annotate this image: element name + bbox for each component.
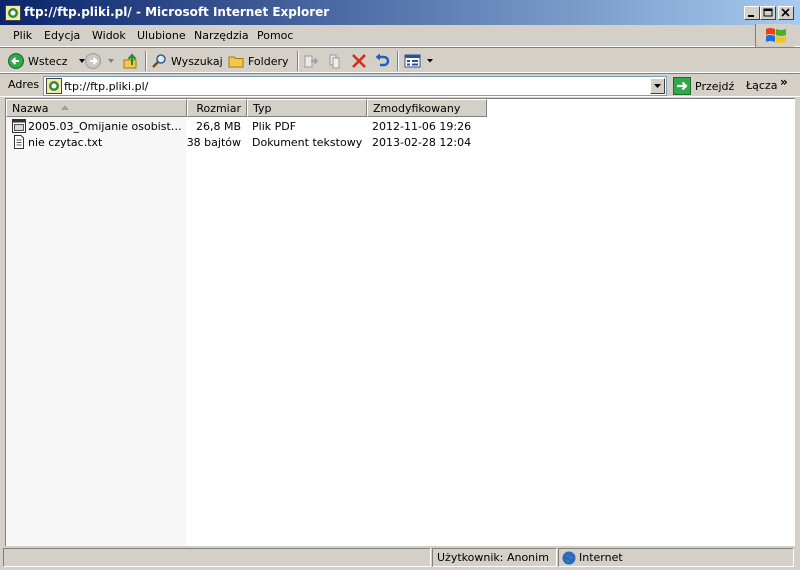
undo-button[interactable] [374,52,390,70]
file-name: 2005.03_Omijanie osobistych ... [28,120,186,133]
close-button[interactable] [778,6,794,20]
menu-widok[interactable]: Widok [92,29,126,42]
up-folder-icon [123,53,137,69]
column-modified-label: Zmodyfikowany [373,102,461,115]
views-button[interactable] [404,52,434,70]
column-size-label: Rozmiar [196,102,241,115]
sort-ascending-icon [60,105,69,110]
folders-icon [228,56,244,68]
search-icon [152,54,166,68]
file-size: 26,8 MB [195,120,241,133]
status-user: Użytkownik: Anonim [437,551,549,564]
menu-pomoc[interactable]: Pomoc [257,29,293,42]
file-modified: 2012-11-06 19:26 [372,120,472,133]
windows-logo [755,24,794,48]
menu-ulubione[interactable]: Ulubione [137,29,186,42]
menu-edycja[interactable]: Edycja [44,29,80,42]
folders-button[interactable]: Foldery [228,52,289,70]
file-type: Dokument tekstowy [252,136,363,149]
menu-narzedzia[interactable]: Narzędzia [194,29,249,42]
address-dropdown-button[interactable] [650,78,665,94]
pdf-file-icon [12,119,26,133]
menu-plik[interactable]: Plik [13,29,32,42]
copy-to-button[interactable] [327,52,343,70]
move-to-button[interactable] [303,52,319,70]
go-label: Przejdź [695,79,735,93]
back-arrow-icon [8,53,24,69]
status-zone: Internet [579,551,623,564]
undo-icon [375,53,390,67]
views-dropdown-icon[interactable] [426,57,434,65]
up-folder-button[interactable] [122,52,140,70]
column-type-label: Typ [253,102,272,115]
file-modified: 2013-02-28 12:04 [372,136,472,149]
back-label: Wstecz [28,54,68,68]
links-chevron-icon[interactable]: » [780,75,788,89]
search-button[interactable]: Wyszukaj [151,52,223,70]
address-label: Adres [8,78,40,91]
delete-button[interactable] [351,52,367,70]
sorted-column-highlight [6,117,186,546]
window-title: ftp://ftp.pliki.pl/ - Microsoft Internet… [24,5,330,19]
column-header-name[interactable]: Nazwa [6,99,187,117]
back-button[interactable]: Wstecz [8,52,88,70]
forward-button[interactable] [85,52,117,70]
file-list-view[interactable]: Nazwa Rozmiar Typ Zmodyfikowany 2005.03_… [5,98,795,546]
copy-to-icon [329,54,340,69]
minimize-icon [748,15,754,17]
text-file-icon [14,135,24,149]
minimize-button[interactable] [744,6,760,20]
standard-toolbar: Wstecz Wyszukaj Foldery [0,47,800,73]
go-arrow-icon [673,77,691,95]
title-bar: ftp://ftp.pliki.pl/ - Microsoft Internet… [0,0,800,25]
file-name: nie czytac.txt [28,136,103,149]
status-panel-main [3,548,431,567]
forward-dropdown-icon[interactable] [105,57,117,65]
file-size: 38 bajtów [186,136,241,149]
status-panel-user: Użytkownik: Anonim [432,548,557,567]
address-input[interactable]: ftp://ftp.pliki.pl/ [43,76,667,96]
search-label: Wyszukaj [171,54,223,68]
table-row[interactable]: nie czytac.txt 38 bajtów Dokument teksto… [6,134,606,150]
folders-label: Foldery [248,54,289,68]
maximize-button[interactable] [760,6,776,20]
ie-globe-icon [5,5,21,21]
address-url: ftp://ftp.pliki.pl/ [64,80,149,93]
address-bar: Adres ftp://ftp.pliki.pl/ Przejdź Łącza … [0,73,800,97]
column-name-label: Nazwa [12,102,49,115]
windows-flag-icon [766,28,786,43]
chevron-down-icon [654,84,661,88]
maximize-icon [763,8,773,17]
views-icon [404,54,421,68]
column-header-size[interactable]: Rozmiar [187,99,247,117]
table-row[interactable]: 2005.03_Omijanie osobistych ... 26,8 MB … [6,118,606,134]
status-panel-zone: Internet [558,548,794,567]
status-bar: Użytkownik: Anonim Internet [0,546,800,570]
menu-bar: Plik Edycja Widok Ulubione Narzędzia Pom… [0,25,800,47]
close-icon [781,8,790,17]
forward-arrow-icon [85,53,101,69]
file-type: Plik PDF [252,120,297,133]
column-header-modified[interactable]: Zmodyfikowany [367,99,487,117]
internet-zone-icon [562,551,576,565]
delete-icon [352,54,366,68]
go-button[interactable]: Przejdź [673,76,734,96]
ftp-site-icon [46,78,62,94]
column-header-type[interactable]: Typ [247,99,367,117]
links-label[interactable]: Łącza [746,79,778,92]
move-to-icon [304,55,319,68]
